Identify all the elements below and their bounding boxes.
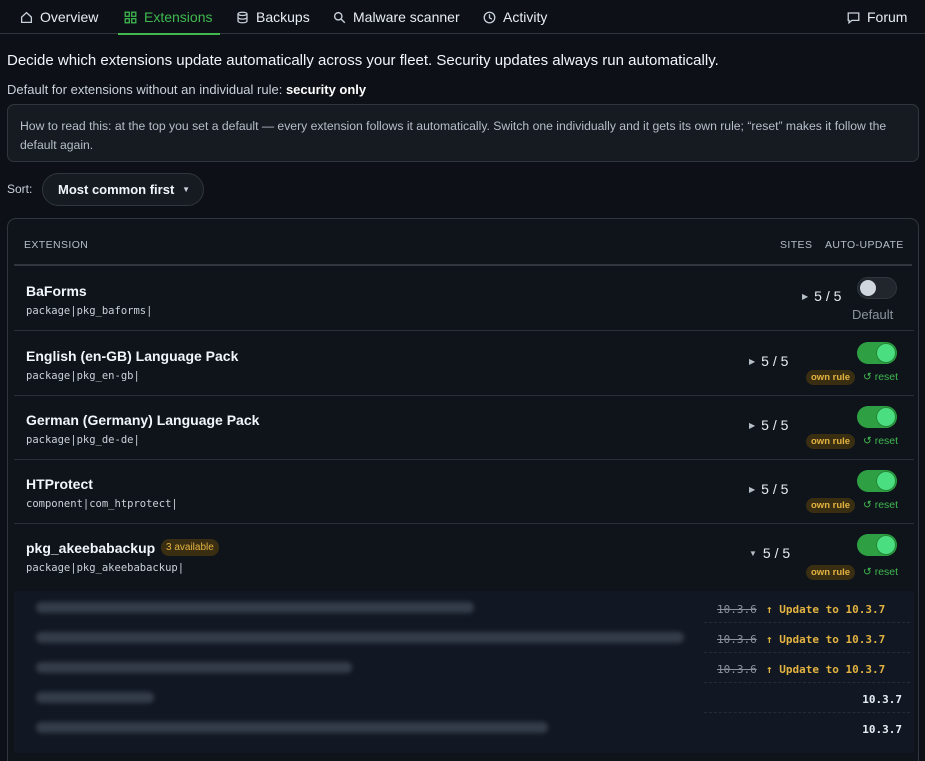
chat-icon (847, 11, 860, 24)
table-row: English (en-GB) Language Pack package|pk… (14, 332, 914, 396)
site-row: 10.3.6 ↑ Update to 10.3.7 (14, 653, 914, 683)
sort-label: Sort: (7, 182, 33, 196)
current-version: 10.3.7 (862, 723, 902, 736)
auto-update-toggle[interactable] (857, 277, 897, 299)
own-rule-badge: own rule (806, 370, 856, 385)
table-row: pkg_akeebabackup 3 available package|pkg… (14, 524, 914, 588)
sites-count[interactable]: ▼ 5 / 5 (749, 545, 790, 561)
auto-update-toggle[interactable] (857, 534, 897, 556)
current-version: 10.3.7 (862, 693, 902, 706)
database-icon (236, 11, 249, 24)
tab-activity[interactable]: Activity (483, 0, 547, 34)
extension-name: English (en-GB) Language Pack (26, 348, 239, 364)
update-button[interactable]: ↑ Update to 10.3.7 (766, 633, 885, 646)
own-rule-badge: own rule (806, 498, 856, 513)
old-version: 10.3.6 (717, 633, 757, 646)
tab-extensions[interactable]: Extensions (117, 0, 222, 35)
search-icon (333, 11, 346, 24)
tab-backups[interactable]: Backups (236, 0, 310, 34)
grid-icon (124, 11, 137, 24)
column-header-auto-update: AUTO-UPDATE (825, 239, 904, 251)
tab-label: Malware scanner (353, 9, 460, 25)
sites-value: 5 / 5 (814, 288, 842, 304)
own-rule-badge: own rule (806, 565, 856, 580)
site-row: 10.3.6 ↑ Update to 10.3.7 (14, 593, 914, 623)
sites-value: 5 / 5 (762, 545, 791, 561)
own-rule-badge: own rule (806, 434, 856, 449)
tab-malware-scanner[interactable]: Malware scanner (333, 0, 460, 34)
extension-name: pkg_akeebabackup (26, 540, 156, 556)
clock-icon (483, 11, 496, 24)
reset-link[interactable]: ↺ reset (863, 435, 898, 447)
site-name-redacted (36, 602, 474, 613)
site-name-redacted (36, 632, 684, 643)
site-row: 10.3.7 (14, 683, 914, 713)
extension-id: component|com_htprotect| (26, 498, 178, 510)
forum-link[interactable]: Forum (847, 0, 907, 34)
auto-update-toggle[interactable] (857, 342, 897, 364)
header-divider (14, 264, 912, 266)
expand-arrow-icon: ▶ (749, 485, 756, 494)
column-header-sites: SITES (780, 239, 813, 251)
extension-id: package|pkg_akeebabackup| (26, 562, 185, 574)
howto-panel: How to read this: at the top you set a d… (7, 104, 919, 162)
sort-value: Most common first (58, 182, 175, 197)
home-icon (20, 11, 33, 24)
tab-label: Extensions (144, 9, 213, 25)
extension-name: BaForms (26, 283, 87, 299)
auto-update-toggle[interactable] (857, 406, 897, 428)
default-rule-prefix: Default for extensions without an indivi… (7, 82, 283, 97)
default-rule-value[interactable]: security only (286, 82, 366, 97)
expand-arrow-icon: ▶ (749, 357, 756, 366)
reset-link[interactable]: ↺ reset (863, 499, 898, 511)
table-row: BaForms package|pkg_baforms| ▶ 5 / 5 Defa… (14, 267, 914, 331)
site-name-redacted (36, 662, 352, 673)
sites-value: 5 / 5 (761, 417, 789, 433)
sites-value: 5 / 5 (761, 481, 789, 497)
toggle-state-label: Default (852, 307, 894, 322)
site-name-redacted (36, 722, 548, 733)
sites-count[interactable]: ▶ 5 / 5 (749, 353, 788, 369)
forum-label: Forum (867, 9, 908, 25)
sites-count[interactable]: ▶ 5 / 5 (802, 288, 841, 304)
expand-arrow-icon: ▶ (749, 421, 756, 430)
sites-count[interactable]: ▶ 5 / 5 (749, 417, 788, 433)
reset-link[interactable]: ↺ reset (863, 371, 898, 383)
page-intro: Decide which extensions update automatic… (7, 52, 719, 69)
sites-value: 5 / 5 (761, 353, 789, 369)
tab-overview[interactable]: Overview (20, 0, 98, 34)
site-row: 10.3.7 (14, 713, 914, 743)
updates-available-badge: 3 available (161, 539, 219, 556)
sites-count[interactable]: ▶ 5 / 5 (749, 481, 788, 497)
tab-label: Backups (256, 9, 310, 25)
auto-update-toggle[interactable] (857, 470, 897, 492)
old-version: 10.3.6 (717, 603, 757, 616)
extension-id: package|pkg_en-gb| (26, 370, 140, 382)
expand-arrow-icon: ▶ (802, 292, 809, 301)
extensions-table: EXTENSION SITES AUTO-UPDATE BaForms pack… (7, 218, 919, 761)
top-nav: Overview Extensions Backups Malware scan… (0, 0, 925, 35)
extension-id: package|pkg_de-de| (26, 434, 140, 446)
extension-id: package|pkg_baforms| (26, 305, 153, 317)
collapse-arrow-icon: ▼ (749, 549, 757, 558)
column-header-extension: EXTENSION (24, 239, 89, 251)
reset-link[interactable]: ↺ reset (863, 566, 898, 578)
table-row: German (Germany) Language Pack package|p… (14, 396, 914, 460)
site-name-redacted (36, 692, 154, 703)
caret-down-icon: ▼ (182, 185, 190, 194)
sort-select[interactable]: Most common first ▼ (42, 173, 204, 206)
site-row: 10.3.6 ↑ Update to 10.3.7 (14, 623, 914, 653)
default-rule-line: Default for extensions without an indivi… (7, 82, 366, 97)
tab-label: Activity (503, 9, 548, 25)
extension-name: HTProtect (26, 476, 93, 492)
table-row: HTProtect component|com_htprotect| ▶ 5 / … (14, 460, 914, 524)
update-button[interactable]: ↑ Update to 10.3.7 (766, 663, 885, 676)
site-list-panel: 10.3.6 ↑ Update to 10.3.7 10.3.6 ↑ Updat… (14, 591, 914, 753)
old-version: 10.3.6 (717, 663, 757, 676)
tab-label: Overview (40, 9, 99, 25)
extension-name: German (Germany) Language Pack (26, 412, 260, 428)
update-button[interactable]: ↑ Update to 10.3.7 (766, 603, 885, 616)
